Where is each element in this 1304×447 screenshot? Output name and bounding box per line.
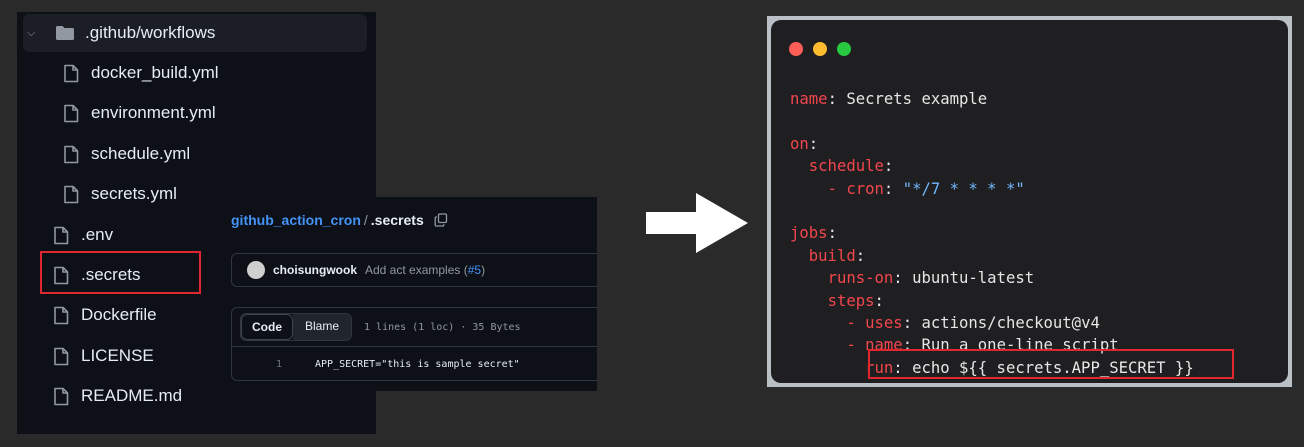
yaml-key: runs-on — [827, 269, 894, 288]
tree-file-label: docker_build.yml — [91, 63, 219, 82]
yaml-code: name: Secrets example on: schedule: - cr… — [790, 90, 1194, 377]
maximize-dot-icon — [837, 42, 851, 56]
close-dot-icon — [789, 42, 803, 56]
breadcrumb-separator: / — [363, 212, 368, 228]
yaml-key: steps — [827, 291, 875, 310]
yaml-key: uses — [865, 314, 903, 333]
breadcrumb-repo-link[interactable]: github_action_cron — [231, 212, 361, 228]
yaml-key: schedule — [808, 157, 884, 176]
code-toolbar: Code Blame 1 lines (1 loc) · 35 Bytes — [232, 308, 597, 347]
tree-file-readme[interactable]: README.md — [53, 377, 182, 415]
tree-file-dockerfile[interactable]: Dockerfile — [53, 296, 157, 334]
view-toggle: Code Blame — [240, 313, 353, 341]
folder-icon — [56, 26, 74, 40]
tree-file-label: LICENSE — [81, 346, 154, 365]
file-icon — [54, 226, 69, 244]
yaml-key: name — [790, 90, 828, 108]
yaml-value: ubuntu-latest — [912, 269, 1035, 288]
tree-file-label: README.md — [81, 386, 183, 405]
line-text: APP_SECRET="this is sample secret" — [315, 358, 520, 370]
code-viewer: Code Blame 1 lines (1 loc) · 35 Bytes 1 … — [231, 307, 597, 381]
file-icon — [54, 306, 69, 324]
tree-file-license[interactable]: LICENSE — [53, 337, 154, 375]
secrets-highlight-box — [40, 251, 201, 294]
yaml-key: cron — [846, 179, 884, 198]
tree-folder-workflows[interactable]: ⌵ .github/workflows — [23, 14, 367, 52]
code-line: 1 APP_SECRET="this is sample secret" — [232, 347, 597, 381]
file-meta: 1 lines (1 loc) · 35 Bytes — [364, 321, 521, 333]
code-window: name: Secrets example on: schedule: - cr… — [771, 20, 1288, 383]
tree-file-label: schedule.yml — [91, 144, 191, 163]
yaml-value: actions/checkout@v4 — [921, 314, 1100, 333]
file-icon — [64, 145, 79, 163]
github-file-view: github_action_cron / .secrets choisungwo… — [216, 197, 597, 391]
copy-icon[interactable] — [434, 213, 448, 227]
commit-message-text: Add act examples ( — [365, 263, 468, 277]
code-card: name: Secrets example on: schedule: - cr… — [767, 16, 1292, 387]
yaml-key: on — [790, 134, 809, 153]
breadcrumb: github_action_cron / .secrets — [231, 212, 448, 228]
yaml-key: jobs — [790, 224, 828, 243]
pr-link[interactable]: #5 — [468, 263, 481, 277]
tree-file-env[interactable]: .env — [53, 216, 113, 254]
tree-file-label: environment.yml — [91, 103, 216, 122]
file-icon — [64, 185, 79, 203]
yaml-value: Secrets example — [846, 90, 988, 108]
yaml-key: build — [808, 246, 856, 265]
yaml-string: "*/7 * * * *" — [902, 179, 1025, 198]
commit-message-end: ) — [481, 263, 486, 277]
tree-file-label: secrets.yml — [91, 184, 177, 203]
right-arrow-icon — [646, 193, 748, 253]
tab-code[interactable]: Code — [241, 314, 293, 340]
tree-file-label: .env — [81, 225, 114, 244]
file-icon — [54, 347, 69, 365]
tree-file-secrets-yml[interactable]: secrets.yml — [63, 175, 177, 213]
avatar[interactable] — [247, 261, 265, 279]
tree-folder-label: .github/workflows — [85, 23, 216, 42]
commit-author[interactable]: choisungwook — [273, 263, 357, 277]
tree-file-label: Dockerfile — [81, 305, 157, 324]
line-number[interactable]: 1 — [232, 359, 315, 370]
latest-commit-bar: choisungwook Add act examples (#5) — [231, 253, 597, 287]
file-icon — [64, 64, 79, 82]
tree-file-schedule[interactable]: schedule.yml — [63, 135, 190, 173]
chevron-down-icon[interactable]: ⌵ — [27, 27, 41, 40]
tree-file-docker-build[interactable]: docker_build.yml — [63, 54, 219, 92]
breadcrumb-file: .secrets — [370, 212, 424, 228]
commit-message[interactable]: Add act examples (#5) — [365, 263, 485, 277]
minimize-dot-icon — [813, 42, 827, 56]
file-icon — [54, 387, 69, 405]
tab-blame[interactable]: Blame — [293, 314, 352, 340]
tree-file-environment[interactable]: environment.yml — [63, 94, 216, 132]
run-line-highlight-box — [868, 349, 1234, 379]
file-icon — [64, 104, 79, 122]
